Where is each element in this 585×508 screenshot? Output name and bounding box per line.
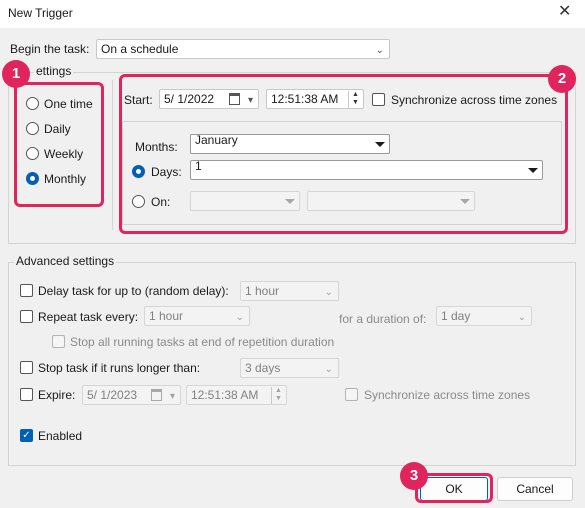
checkmark-icon: ✓ (22, 430, 31, 441)
expire-date-picker[interactable]: 5/ 1/2023 ▾ (82, 385, 181, 405)
delay-label[interactable]: Delay task for up to (random delay): (38, 284, 229, 299)
stop-longer-value: 3 days (245, 361, 281, 375)
enabled-label[interactable]: Enabled (38, 429, 82, 444)
expire-time-value: 12:51:38 AM (191, 388, 259, 402)
delay-value: 1 hour (245, 284, 280, 298)
calendar-icon (151, 389, 162, 401)
repeat-checkbox[interactable] (20, 310, 33, 323)
stop-longer-dropdown[interactable]: 3 days ⌄ (240, 358, 339, 378)
expire-checkbox[interactable] (20, 388, 33, 401)
delay-dropdown[interactable]: 1 hour ⌄ (240, 281, 339, 301)
expire-sync-checkbox[interactable] (345, 388, 358, 401)
begin-task-label: Begin the task: (10, 42, 90, 56)
delay-checkbox[interactable] (20, 284, 33, 297)
step-badge-3: 3 (400, 462, 428, 490)
chevron-down-icon: ⌄ (235, 312, 244, 323)
settings-legend: ettings (34, 64, 74, 79)
cancel-button[interactable]: Cancel (497, 477, 573, 501)
repeat-dropdown[interactable]: 1 hour ⌄ (144, 306, 250, 326)
chevron-down-icon: ▾ (169, 391, 175, 402)
title-bar (0, 0, 585, 28)
repeat-value: 1 hour (149, 309, 184, 323)
stop-longer-label[interactable]: Stop task if it runs longer than: (38, 361, 200, 376)
chevron-down-icon: ⌄ (324, 364, 333, 375)
expire-sync-label[interactable]: Synchronize across time zones (364, 388, 530, 403)
duration-value: 1 day (441, 309, 471, 323)
begin-task-value: On a schedule (101, 42, 179, 56)
expire-time-picker[interactable]: 12:51:38 AM ▲ ▼ (186, 385, 287, 405)
stop-running-label[interactable]: Stop all running tasks at end of repetit… (70, 335, 334, 350)
step-badge-1: 1 (2, 60, 30, 88)
expire-label[interactable]: Expire: (38, 388, 75, 403)
settings-divider (112, 80, 113, 230)
repeat-label[interactable]: Repeat task every: (38, 310, 138, 325)
advanced-settings-legend: Advanced settings (14, 254, 117, 269)
spinner-arrows-icon[interactable]: ▲ ▼ (271, 387, 285, 404)
duration-label: for a duration of: (339, 312, 427, 326)
window-title: New Trigger (8, 6, 73, 20)
enabled-checkbox[interactable]: ✓ (20, 429, 33, 442)
highlight-box-2 (119, 74, 568, 234)
begin-task-dropdown[interactable]: On a schedule ⌄ (96, 39, 390, 59)
chevron-down-icon: ⌄ (517, 312, 526, 323)
stop-running-checkbox[interactable] (52, 335, 65, 348)
close-icon[interactable]: ✕ (558, 3, 571, 21)
chevron-down-icon: ⌄ (324, 287, 333, 298)
highlight-box-1 (14, 82, 104, 207)
stop-longer-checkbox[interactable] (20, 361, 33, 374)
chevron-down-icon: ⌄ (375, 45, 384, 56)
step-badge-2: 2 (548, 65, 576, 93)
expire-date-value: 5/ 1/2023 (87, 388, 138, 402)
duration-dropdown[interactable]: 1 day ⌄ (436, 306, 532, 326)
